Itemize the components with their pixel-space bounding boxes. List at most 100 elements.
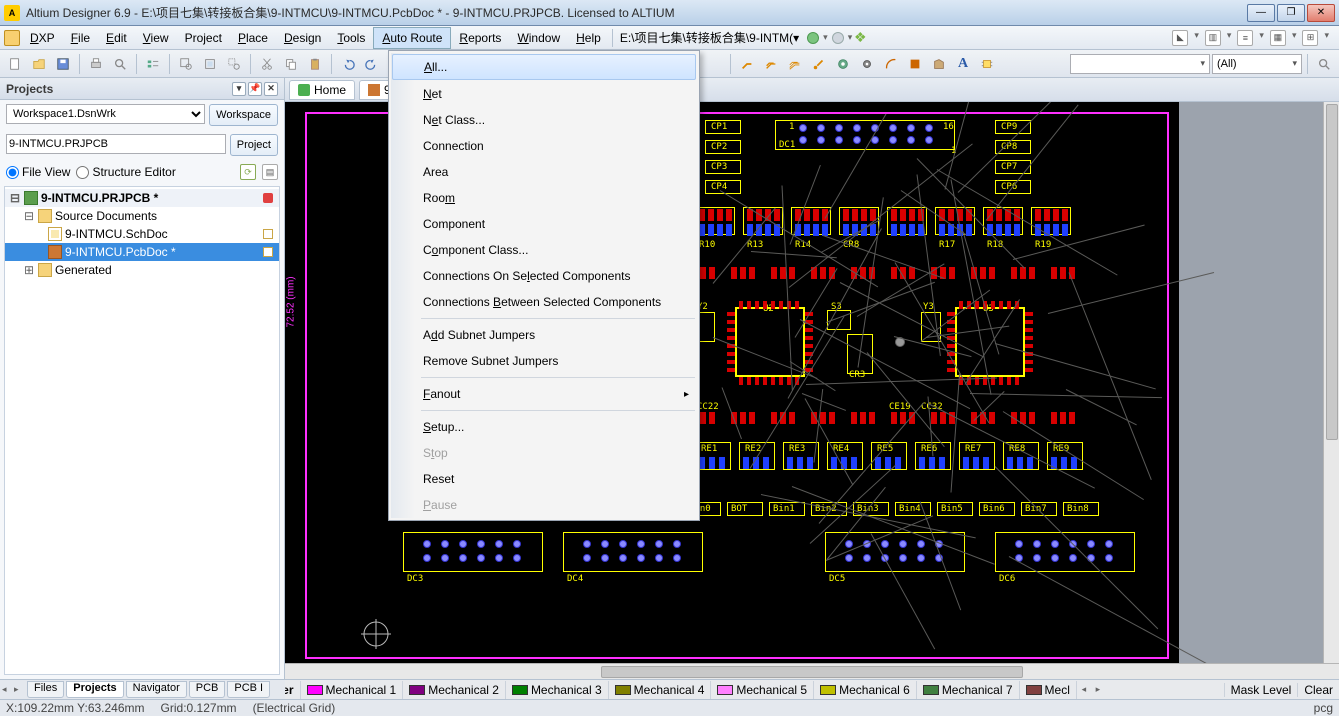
filter-combo[interactable] bbox=[1070, 54, 1210, 74]
tab-home[interactable]: Home bbox=[289, 80, 355, 100]
menu-help[interactable]: Help bbox=[568, 28, 609, 48]
layers-tool-icon[interactable]: ▥ bbox=[1205, 30, 1221, 46]
menu-fanout[interactable]: Fanout▸ bbox=[391, 381, 697, 407]
print-icon[interactable] bbox=[85, 53, 107, 75]
btab-pcb[interactable]: PCB bbox=[189, 681, 226, 698]
menu-project[interactable]: Project bbox=[177, 28, 230, 48]
btab-files[interactable]: Files bbox=[27, 681, 64, 698]
menu-consel[interactable]: Connections On Selected Components bbox=[391, 263, 697, 289]
zoom-window-icon[interactable] bbox=[175, 53, 197, 75]
menu-place[interactable]: Place bbox=[230, 28, 276, 48]
menu-net[interactable]: Net bbox=[391, 81, 697, 107]
menu-dxp[interactable]: DDXPXP bbox=[22, 28, 63, 48]
menu-remsub[interactable]: Remove Subnet Jumpers bbox=[391, 348, 697, 374]
layer-m5[interactable]: Mechanical 5 bbox=[711, 681, 814, 699]
menu-reset[interactable]: Reset bbox=[391, 466, 697, 492]
layer-m4[interactable]: Mechanical 4 bbox=[609, 681, 712, 699]
menu-edit[interactable]: Edit bbox=[98, 28, 135, 48]
breadcrumb[interactable]: E:\项目七集\转接板合集\9-INTM(▾ bbox=[616, 27, 803, 48]
cut-icon[interactable] bbox=[256, 53, 278, 75]
tree-source-docs[interactable]: ⊟Source Documents bbox=[5, 207, 279, 225]
menu-tools[interactable]: Tools bbox=[329, 28, 373, 48]
menu-compclass[interactable]: Component Class... bbox=[391, 237, 697, 263]
layer-scroll-l[interactable]: ◂ bbox=[1077, 684, 1091, 695]
menu-file[interactable]: File bbox=[63, 28, 98, 48]
layer-m3[interactable]: Mechanical 3 bbox=[506, 681, 609, 699]
btab-pcbi[interactable]: PCB I bbox=[227, 681, 270, 698]
copy-icon[interactable] bbox=[280, 53, 302, 75]
component-list-icon[interactable] bbox=[142, 53, 164, 75]
dxp-icon[interactable] bbox=[4, 30, 20, 46]
route-fanout-icon[interactable] bbox=[808, 53, 830, 75]
save-icon[interactable] bbox=[52, 53, 74, 75]
via-icon[interactable] bbox=[856, 53, 878, 75]
open-icon[interactable] bbox=[28, 53, 50, 75]
zoom-select-icon[interactable] bbox=[223, 53, 245, 75]
menu-room[interactable]: Room bbox=[391, 185, 697, 211]
nav-back-icon[interactable] bbox=[807, 32, 819, 44]
project-field[interactable] bbox=[6, 134, 226, 154]
tree-sch-doc[interactable]: 9-INTMCU.SchDoc bbox=[5, 225, 279, 243]
menu-setup[interactable]: Setup... bbox=[391, 414, 697, 440]
home-nav-icon[interactable]: ❖ bbox=[852, 30, 868, 46]
close-button[interactable]: ✕ bbox=[1307, 4, 1335, 22]
undo-icon[interactable] bbox=[337, 53, 359, 75]
refresh-tree-icon[interactable]: ⟳ bbox=[240, 164, 256, 180]
menu-design[interactable]: Design bbox=[276, 28, 329, 48]
layer-m6[interactable]: Mechanical 6 bbox=[814, 681, 917, 699]
vertical-scrollbar[interactable] bbox=[1323, 102, 1339, 663]
mask-level-button[interactable]: Mask Level bbox=[1224, 683, 1298, 697]
find-icon[interactable] bbox=[1313, 53, 1335, 75]
preview-icon[interactable] bbox=[109, 53, 131, 75]
btab-navigator[interactable]: Navigator bbox=[126, 681, 187, 698]
structure-editor-radio[interactable]: Structure Editor bbox=[76, 165, 175, 179]
btab-nav-next[interactable]: ▸ bbox=[14, 684, 26, 695]
minimize-button[interactable]: — bbox=[1247, 4, 1275, 22]
workspace-button[interactable]: Workspace bbox=[209, 104, 278, 126]
pad-icon[interactable] bbox=[832, 53, 854, 75]
menu-window[interactable]: Window bbox=[509, 28, 568, 48]
horizontal-scrollbar[interactable] bbox=[285, 663, 1339, 679]
text-icon[interactable]: A bbox=[952, 53, 974, 75]
tree-generated[interactable]: ⊞Generated bbox=[5, 261, 279, 279]
route-multi-icon[interactable] bbox=[784, 53, 806, 75]
maximize-button[interactable]: ❐ bbox=[1277, 4, 1305, 22]
menu-connection[interactable]: Connection bbox=[391, 133, 697, 159]
layer-m2[interactable]: Mechanical 2 bbox=[403, 681, 506, 699]
layer-m7[interactable]: Mechanical 7 bbox=[917, 681, 1020, 699]
redo-icon[interactable] bbox=[361, 53, 383, 75]
zoom-fit-icon[interactable] bbox=[199, 53, 221, 75]
layer-m1[interactable]: Mechanical 1 bbox=[301, 681, 404, 699]
project-button[interactable]: Project bbox=[230, 134, 278, 156]
tree-options-icon[interactable]: ▤ bbox=[262, 164, 278, 180]
btab-nav-prev[interactable]: ◂ bbox=[2, 684, 14, 695]
tree-pcb-doc[interactable]: 9-INTMCU.PcbDoc * bbox=[5, 243, 279, 261]
route-diff-icon[interactable] bbox=[760, 53, 782, 75]
panel-pin-button[interactable]: 📌 bbox=[248, 82, 262, 96]
menu-component[interactable]: Component bbox=[391, 211, 697, 237]
panel-close-button[interactable]: ✕ bbox=[264, 82, 278, 96]
layer-scroll-r[interactable]: ▸ bbox=[1091, 684, 1105, 695]
grid-tool-icon[interactable]: ▦ bbox=[1270, 30, 1286, 46]
arc-icon[interactable] bbox=[880, 53, 902, 75]
clear-button[interactable]: Clear bbox=[1297, 683, 1339, 697]
menu-area[interactable]: Area bbox=[391, 159, 697, 185]
poly-icon[interactable] bbox=[928, 53, 950, 75]
paste-icon[interactable] bbox=[304, 53, 326, 75]
menu-netclass[interactable]: Net Class... bbox=[391, 107, 697, 133]
route-interactive-icon[interactable] bbox=[736, 53, 758, 75]
chart-tool-icon[interactable]: ◣ bbox=[1172, 30, 1188, 46]
component-icon[interactable] bbox=[976, 53, 998, 75]
menu-view[interactable]: View bbox=[135, 28, 177, 48]
layer-m8[interactable]: Mecl bbox=[1020, 681, 1077, 699]
workspace-select[interactable]: Workspace1.DsnWrk bbox=[6, 104, 205, 124]
nav-fwd-icon[interactable] bbox=[832, 32, 844, 44]
menu-addsub[interactable]: Add Subnet Jumpers bbox=[391, 322, 697, 348]
menu-autoroute[interactable]: Auto Route bbox=[373, 27, 451, 49]
menu-reports[interactable]: Reports bbox=[451, 28, 509, 48]
menu-all[interactable]: All... bbox=[392, 54, 696, 80]
file-view-radio[interactable]: File View bbox=[6, 165, 70, 179]
panel-menu-button[interactable]: ▾ bbox=[232, 82, 246, 96]
btab-projects[interactable]: Projects bbox=[66, 681, 123, 698]
menu-conbet[interactable]: Connections Between Selected Components bbox=[391, 289, 697, 315]
